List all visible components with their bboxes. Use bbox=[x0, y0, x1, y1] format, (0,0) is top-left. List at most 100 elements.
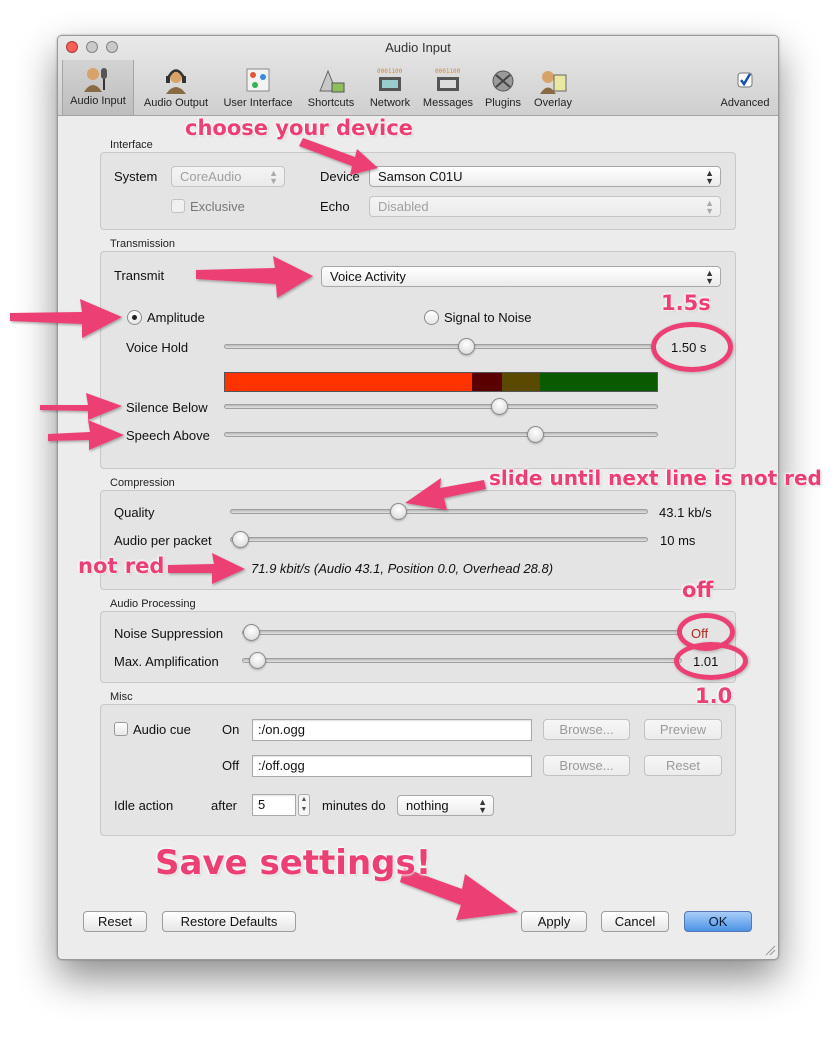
annotation-save-settings: Save settings! bbox=[155, 843, 432, 883]
interface-icon bbox=[246, 68, 270, 92]
toolbar-label: Shortcuts bbox=[307, 97, 355, 109]
amplitude-label: Amplitude bbox=[147, 310, 205, 325]
signal-to-noise-label: Signal to Noise bbox=[444, 310, 532, 325]
resize-grip-icon[interactable] bbox=[764, 944, 776, 956]
transmit-label: Transmit bbox=[114, 268, 165, 283]
window-title: Audio Input bbox=[385, 40, 451, 55]
echo-select[interactable]: Disabled ▲ ▼ bbox=[369, 196, 721, 217]
device-label: Device bbox=[320, 169, 360, 184]
network-icon: 0001100 bbox=[377, 68, 403, 91]
annotation-choose-device: choose your device bbox=[185, 116, 413, 140]
meter-segment-dark-green bbox=[540, 373, 657, 391]
audio-level-meter bbox=[224, 372, 658, 392]
keyboard-icon bbox=[319, 69, 345, 93]
meter-segment-dark-red bbox=[472, 373, 502, 391]
advanced-label: Advanced bbox=[720, 97, 770, 109]
radio-selected-dot bbox=[132, 315, 137, 320]
max-amplification-slider[interactable] bbox=[242, 658, 682, 663]
voice-hold-label: Voice Hold bbox=[126, 340, 189, 355]
audio-per-packet-value: 10 ms bbox=[660, 533, 696, 548]
on-sound-field[interactable]: :/on.ogg bbox=[252, 719, 532, 741]
audio-processing-group bbox=[100, 611, 736, 683]
echo-label: Echo bbox=[320, 199, 350, 214]
toolbar-plugins[interactable]: Plugins bbox=[480, 62, 526, 114]
idle-action-select[interactable]: nothing ▲ ▼ bbox=[397, 795, 494, 816]
noise-suppression-slider[interactable] bbox=[242, 630, 682, 635]
system-label: System bbox=[114, 169, 158, 184]
speech-above-slider-handle[interactable] bbox=[527, 426, 544, 443]
silence-below-slider-handle[interactable] bbox=[491, 398, 508, 415]
updown-arrows-icon: ▲ ▼ bbox=[478, 797, 487, 815]
restore-defaults-button[interactable]: Restore Defaults bbox=[162, 911, 296, 932]
updown-arrows-icon: ▲ ▼ bbox=[269, 168, 278, 186]
echo-value: Disabled bbox=[378, 199, 429, 214]
interface-group bbox=[100, 152, 736, 230]
max-amplification-label: Max. Amplification bbox=[114, 654, 219, 669]
exclusive-checkbox[interactable] bbox=[171, 199, 185, 213]
toolbar-messages[interactable]: 0001100 Messages bbox=[420, 62, 476, 114]
reset-button[interactable]: Reset bbox=[83, 911, 147, 932]
on-label: On bbox=[222, 722, 240, 737]
toolbar-shortcuts[interactable]: Shortcuts bbox=[302, 62, 360, 114]
idle-minutes-field[interactable]: 5 bbox=[252, 794, 296, 816]
svg-text:0001100: 0001100 bbox=[377, 68, 403, 75]
apply-button[interactable]: Apply bbox=[521, 911, 587, 932]
annotation-amplification: 1.0 bbox=[695, 684, 733, 708]
title-bar: Audio Input Audio Input Audio Output Use… bbox=[58, 36, 778, 116]
transmit-select[interactable]: Voice Activity ▲ ▼ bbox=[321, 266, 721, 287]
misc-group-label: Misc bbox=[110, 691, 133, 703]
toolbar-label: Messages bbox=[422, 97, 474, 109]
off-sound-field[interactable]: :/off.ogg bbox=[252, 755, 532, 777]
amplitude-radio[interactable] bbox=[127, 310, 142, 325]
ok-button[interactable]: OK bbox=[684, 911, 752, 932]
reset-audio-cue-button[interactable]: Reset bbox=[644, 755, 722, 776]
toolbar-user-interface[interactable]: User Interface bbox=[219, 62, 297, 114]
compression-group-label: Compression bbox=[110, 477, 175, 489]
signal-to-noise-radio[interactable] bbox=[424, 310, 439, 325]
quality-slider-handle[interactable] bbox=[390, 503, 407, 520]
quality-value: 43.1 kb/s bbox=[659, 505, 712, 520]
highlight-max-amplification-value bbox=[674, 642, 748, 680]
minutes-do-label: minutes do bbox=[322, 798, 386, 813]
toolbar-network[interactable]: 0001100 Network bbox=[364, 62, 416, 114]
advanced-toggle[interactable]: Advanced bbox=[714, 62, 776, 114]
overlay-icon bbox=[540, 71, 567, 94]
toolbar-label: User Interface bbox=[223, 97, 293, 109]
microphone-person-icon bbox=[84, 68, 107, 92]
toolbar-label: Audio Input bbox=[70, 95, 126, 107]
audio-cue-checkbox[interactable] bbox=[114, 722, 128, 736]
preview-button[interactable]: Preview bbox=[644, 719, 722, 740]
meter-segment-red bbox=[225, 373, 472, 391]
system-select[interactable]: CoreAudio ▲ ▼ bbox=[171, 166, 285, 187]
idle-minutes-stepper[interactable]: ▲ ▼ bbox=[298, 794, 310, 816]
device-select[interactable]: Samson C01U ▲ ▼ bbox=[369, 166, 721, 187]
max-amplification-slider-handle[interactable] bbox=[249, 652, 266, 669]
browse-on-button[interactable]: Browse... bbox=[543, 719, 630, 740]
exclusive-label: Exclusive bbox=[190, 199, 245, 214]
toolbar-label: Plugins bbox=[484, 97, 522, 109]
quality-slider[interactable] bbox=[230, 509, 648, 514]
speech-above-slider[interactable] bbox=[224, 432, 658, 437]
audio-per-packet-label: Audio per packet bbox=[114, 533, 212, 548]
browse-off-button[interactable]: Browse... bbox=[543, 755, 630, 776]
audio-per-packet-slider-handle[interactable] bbox=[232, 531, 249, 548]
updown-arrows-icon: ▲ ▼ bbox=[705, 198, 714, 216]
svg-text:0001100: 0001100 bbox=[435, 68, 461, 75]
idle-action-value: nothing bbox=[406, 798, 449, 813]
silence-below-slider[interactable] bbox=[224, 404, 658, 409]
toolbar-overlay[interactable]: Overlay bbox=[530, 62, 576, 114]
toolbar-audio-input[interactable]: Audio Input bbox=[62, 60, 134, 115]
cancel-button[interactable]: Cancel bbox=[601, 911, 669, 932]
meter-segment-dark-yellow bbox=[502, 373, 540, 391]
annotation-voice-hold: 1.5s bbox=[661, 291, 711, 315]
system-value: CoreAudio bbox=[180, 169, 242, 184]
voice-hold-slider-handle[interactable] bbox=[458, 338, 475, 355]
voice-hold-slider[interactable] bbox=[224, 344, 652, 349]
noise-suppression-slider-handle[interactable] bbox=[243, 624, 260, 641]
plugin-icon bbox=[492, 70, 514, 92]
audio-per-packet-slider[interactable] bbox=[230, 537, 648, 542]
quality-label: Quality bbox=[114, 505, 155, 520]
checkbox-checked-icon[interactable] bbox=[728, 65, 762, 95]
off-label: Off bbox=[222, 758, 240, 773]
toolbar-audio-output[interactable]: Audio Output bbox=[138, 62, 214, 114]
